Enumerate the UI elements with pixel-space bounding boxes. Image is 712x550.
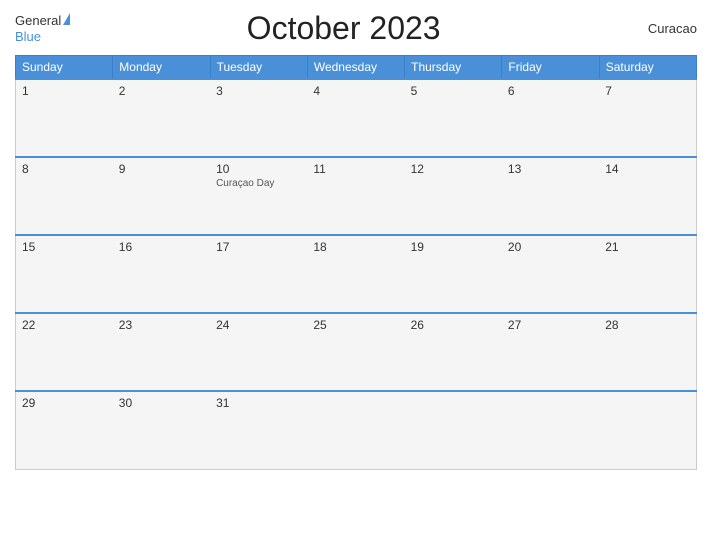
day-number: 14 [605, 162, 690, 176]
day-number: 12 [411, 162, 496, 176]
day-cell-w3-d4: 18 [307, 235, 404, 313]
calendar-grid: Sunday Monday Tuesday Wednesday Thursday… [15, 55, 697, 470]
day-cell-w4-d6: 27 [502, 313, 599, 391]
day-number: 10 [216, 162, 301, 176]
day-number: 21 [605, 240, 690, 254]
day-number: 15 [22, 240, 107, 254]
day-cell-w5-d5 [405, 391, 502, 469]
day-cell-w5-d1: 29 [16, 391, 113, 469]
day-cell-w5-d7 [599, 391, 696, 469]
logo: General Blue [15, 13, 70, 44]
day-number: 17 [216, 240, 301, 254]
col-monday: Monday [113, 56, 210, 80]
col-friday: Friday [502, 56, 599, 80]
day-cell-w4-d5: 26 [405, 313, 502, 391]
day-number: 16 [119, 240, 204, 254]
day-number: 25 [313, 318, 398, 332]
day-cell-w1-d3: 3 [210, 79, 307, 157]
day-cell-w3-d7: 21 [599, 235, 696, 313]
day-number: 6 [508, 84, 593, 98]
day-cell-w2-d7: 14 [599, 157, 696, 235]
day-cell-w1-d4: 4 [307, 79, 404, 157]
day-number: 11 [313, 162, 398, 176]
day-number: 13 [508, 162, 593, 176]
days-of-week-row: Sunday Monday Tuesday Wednesday Thursday… [16, 56, 697, 80]
day-number: 29 [22, 396, 107, 410]
day-number: 2 [119, 84, 204, 98]
day-number: 31 [216, 396, 301, 410]
day-cell-w3-d6: 20 [502, 235, 599, 313]
day-cell-w2-d5: 12 [405, 157, 502, 235]
day-cell-w1-d5: 5 [405, 79, 502, 157]
day-number: 18 [313, 240, 398, 254]
day-number: 3 [216, 84, 301, 98]
col-thursday: Thursday [405, 56, 502, 80]
day-cell-w3-d1: 15 [16, 235, 113, 313]
day-number: 7 [605, 84, 690, 98]
day-number: 24 [216, 318, 301, 332]
day-number: 1 [22, 84, 107, 98]
day-cell-w5-d3: 31 [210, 391, 307, 469]
event-label: Curaçao Day [216, 178, 301, 189]
day-number: 9 [119, 162, 204, 176]
week-row-3: 15 16 17 18 19 20 21 [16, 235, 697, 313]
calendar-container: General Blue October 2023 Curacao Sunday… [0, 0, 712, 550]
col-saturday: Saturday [599, 56, 696, 80]
day-cell-w1-d7: 7 [599, 79, 696, 157]
day-cell-w2-d4: 11 [307, 157, 404, 235]
calendar-header: General Blue October 2023 Curacao [15, 10, 697, 47]
region-label: Curacao [617, 21, 697, 36]
day-cell-w4-d3: 24 [210, 313, 307, 391]
logo-text-general: General [15, 13, 61, 29]
day-number: 30 [119, 396, 204, 410]
day-cell-w5-d4 [307, 391, 404, 469]
col-wednesday: Wednesday [307, 56, 404, 80]
day-cell-w2-d3: 10 Curaçao Day [210, 157, 307, 235]
day-number: 19 [411, 240, 496, 254]
logo-text-blue: Blue [15, 29, 41, 45]
day-number: 22 [22, 318, 107, 332]
week-row-4: 22 23 24 25 26 27 28 [16, 313, 697, 391]
day-number: 4 [313, 84, 398, 98]
day-number: 27 [508, 318, 593, 332]
week-row-5: 29 30 31 [16, 391, 697, 469]
day-cell-w3-d2: 16 [113, 235, 210, 313]
day-number: 5 [411, 84, 496, 98]
day-cell-w5-d2: 30 [113, 391, 210, 469]
day-cell-w3-d3: 17 [210, 235, 307, 313]
day-cell-w5-d6 [502, 391, 599, 469]
day-cell-w2-d1: 8 [16, 157, 113, 235]
day-cell-w4-d2: 23 [113, 313, 210, 391]
col-tuesday: Tuesday [210, 56, 307, 80]
day-number: 8 [22, 162, 107, 176]
day-cell-w4-d7: 28 [599, 313, 696, 391]
day-cell-w1-d1: 1 [16, 79, 113, 157]
week-row-2: 89 10 Curaçao Day 11 12 13 14 [16, 157, 697, 235]
day-cell-w4-d1: 22 [16, 313, 113, 391]
day-cell-w3-d5: 19 [405, 235, 502, 313]
day-cell-w1-d6: 6 [502, 79, 599, 157]
day-number: 26 [411, 318, 496, 332]
day-cell-w2-d6: 13 [502, 157, 599, 235]
col-sunday: Sunday [16, 56, 113, 80]
month-title: October 2023 [70, 10, 617, 47]
day-number: 28 [605, 318, 690, 332]
week-row-1: 1234567 [16, 79, 697, 157]
day-number: 20 [508, 240, 593, 254]
day-cell-w2-d2: 9 [113, 157, 210, 235]
day-cell-w1-d2: 2 [113, 79, 210, 157]
day-number: 23 [119, 318, 204, 332]
day-cell-w4-d4: 25 [307, 313, 404, 391]
